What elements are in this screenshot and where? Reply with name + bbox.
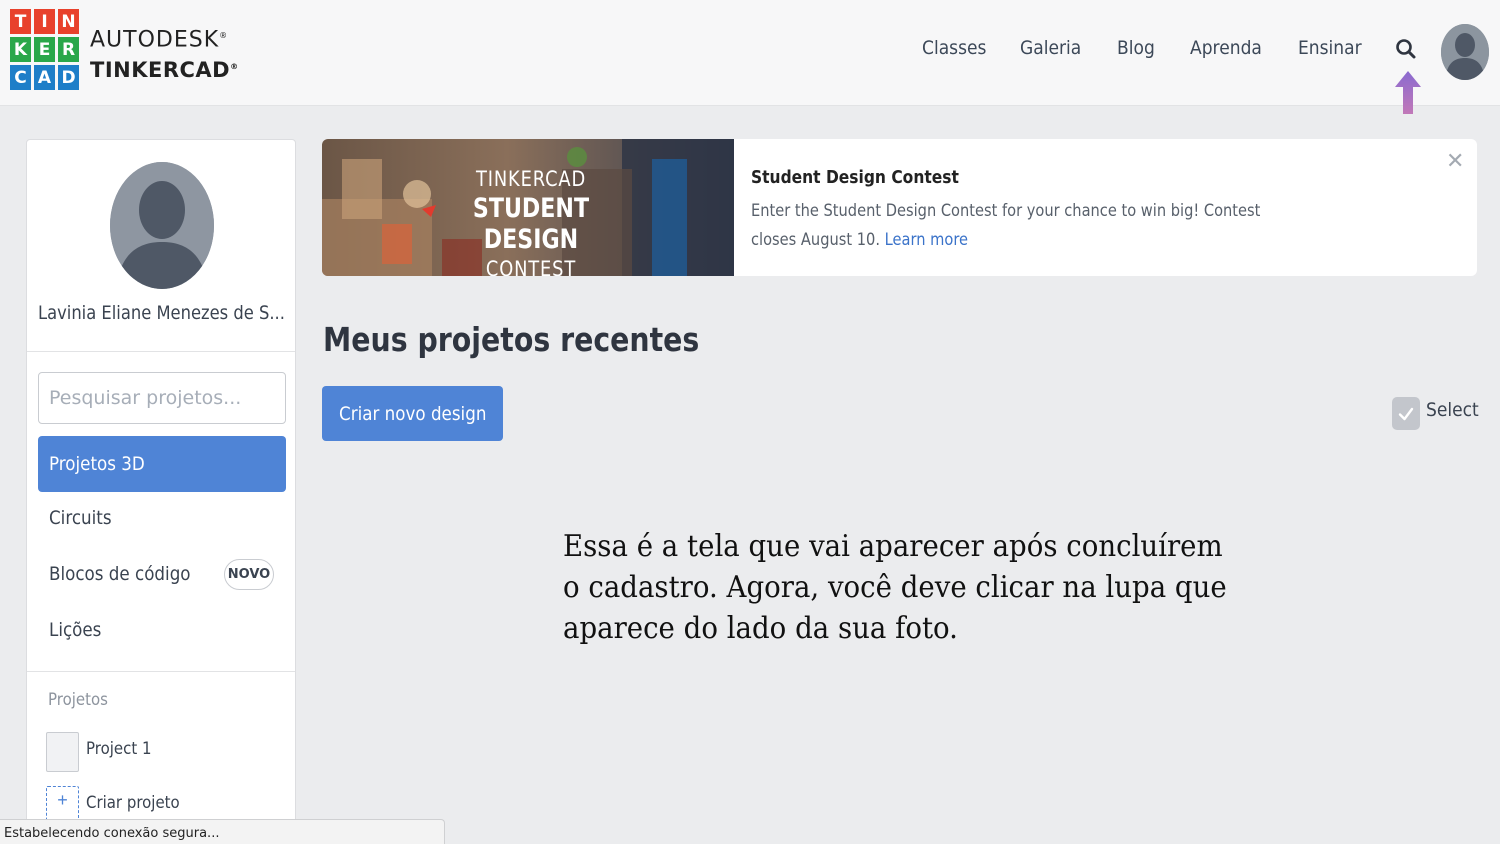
logo-letter: N bbox=[58, 9, 79, 34]
search-icon[interactable] bbox=[1393, 36, 1419, 62]
create-new-design-button[interactable]: Criar novo design bbox=[322, 386, 503, 441]
banner-title: Student Design Contest bbox=[751, 167, 959, 188]
logo-letter: T bbox=[10, 9, 31, 34]
new-badge: NOVO bbox=[224, 559, 274, 590]
nav-galeria[interactable]: Galeria bbox=[1020, 37, 1081, 59]
menu-item-label: Projetos 3D bbox=[49, 453, 145, 475]
banner-image-line2: STUDENT DESIGN bbox=[472, 193, 590, 255]
logo-letter: K bbox=[10, 37, 31, 62]
logo-letter: D bbox=[58, 65, 79, 90]
divider bbox=[27, 671, 295, 672]
create-project-plus-icon[interactable]: + bbox=[46, 786, 79, 822]
profile-name[interactable]: Lavinia Eliane Menezes de S... bbox=[38, 302, 285, 324]
annotation-arrow-icon bbox=[1395, 71, 1421, 114]
menu-item-circuits[interactable]: Circuits bbox=[38, 490, 286, 546]
brand-tinkercad: TINKERCAD bbox=[90, 58, 231, 83]
page-title: Meus projetos recentes bbox=[323, 320, 700, 359]
instruction-note: Essa é a tela que vai aparecer após conc… bbox=[563, 529, 1227, 646]
brand-wordmark[interactable]: AUTODESK® TINKERCAD® bbox=[90, 22, 239, 84]
banner-description: Enter the Student Design Contest for you… bbox=[751, 197, 1267, 255]
menu-item-lessons[interactable]: Lições bbox=[38, 602, 286, 658]
nav-classes[interactable]: Classes bbox=[922, 37, 986, 59]
nav-ensinar[interactable]: Ensinar bbox=[1298, 37, 1362, 59]
logo-letter: A bbox=[34, 65, 55, 90]
create-button-label: Criar novo design bbox=[338, 402, 487, 425]
banner-image-line1: TINKERCAD bbox=[475, 167, 587, 191]
divider bbox=[27, 351, 295, 352]
search-projects-input[interactable] bbox=[38, 372, 286, 424]
logo-letter: C bbox=[10, 65, 31, 90]
nav-blog[interactable]: Blog bbox=[1117, 37, 1155, 59]
left-sidebar: Lavinia Eliane Menezes de S... Projetos … bbox=[26, 139, 296, 844]
profile-avatar[interactable] bbox=[110, 162, 214, 289]
logo-letter: I bbox=[34, 9, 55, 34]
menu-item-code-blocks[interactable]: Blocos de código NOVO bbox=[38, 546, 286, 602]
browser-status-bar: Estabelecendo conexão segura... bbox=[0, 819, 445, 844]
project-thumbnail[interactable] bbox=[46, 732, 79, 772]
close-icon[interactable]: ✕ bbox=[1446, 149, 1464, 174]
menu-item-label: Lições bbox=[49, 619, 102, 641]
projects-section-label: Projetos bbox=[48, 690, 108, 710]
contest-banner: TINKERCAD STUDENT DESIGN CONTEST Student… bbox=[322, 139, 1477, 276]
banner-image-text: TINKERCAD STUDENT DESIGN CONTEST bbox=[426, 167, 636, 276]
checkmark-icon bbox=[1398, 407, 1414, 420]
select-label[interactable]: Select bbox=[1426, 399, 1479, 421]
logo-letter: R bbox=[58, 37, 79, 62]
project-item-name[interactable]: Project 1 bbox=[86, 739, 151, 759]
menu-item-label: Circuits bbox=[49, 507, 112, 529]
brand-autodesk: AUTODESK bbox=[90, 27, 220, 53]
top-header: TIN KER CAD AUTODESK® TINKERCAD® Classes G… bbox=[0, 0, 1500, 106]
banner-image-line3: CONTEST bbox=[485, 257, 577, 276]
create-project-link[interactable]: Criar projeto bbox=[86, 793, 180, 813]
nav-aprenda[interactable]: Aprenda bbox=[1190, 37, 1262, 59]
learn-more-link[interactable]: Learn more bbox=[885, 230, 968, 250]
banner-text: Enter the Student Design Contest for you… bbox=[751, 201, 1261, 250]
logo-letter: E bbox=[34, 37, 55, 62]
menu-item-label: Blocos de código bbox=[49, 563, 191, 585]
tinkercad-logo[interactable]: TIN KER CAD bbox=[10, 9, 79, 91]
menu-item-3d-projects[interactable]: Projetos 3D bbox=[38, 436, 286, 492]
user-avatar[interactable] bbox=[1441, 24, 1489, 80]
select-checkbox[interactable] bbox=[1392, 397, 1420, 430]
